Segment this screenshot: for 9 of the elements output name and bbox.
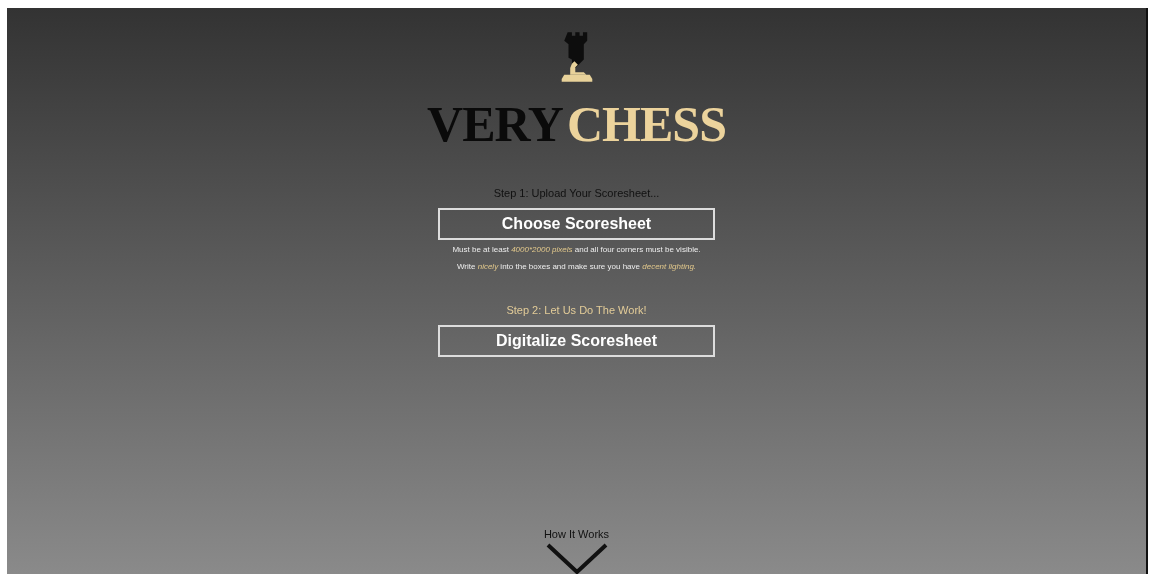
step-label: Step 2: Let Us Do The Work! bbox=[506, 304, 647, 316]
digitalize-scoresheet-button[interactable]: Digitalize Scoresheet bbox=[438, 325, 715, 357]
hint-text: Write nicely into the boxes and make sure you have decent lighting. bbox=[456, 262, 697, 271]
chevron-down-icon[interactable] bbox=[544, 542, 609, 574]
step-label: Step 1: Upload Your Scoresheet... bbox=[493, 187, 660, 199]
hint-text: Must be at least 4000*2000 pixels and all four corners must be visible. bbox=[452, 245, 701, 254]
logo-text: VERYCHESS bbox=[427, 99, 726, 149]
choose-scoresheet-button[interactable]: Choose Scoresheet bbox=[438, 208, 715, 240]
how-it-works-link[interactable]: How It Works bbox=[543, 528, 610, 540]
